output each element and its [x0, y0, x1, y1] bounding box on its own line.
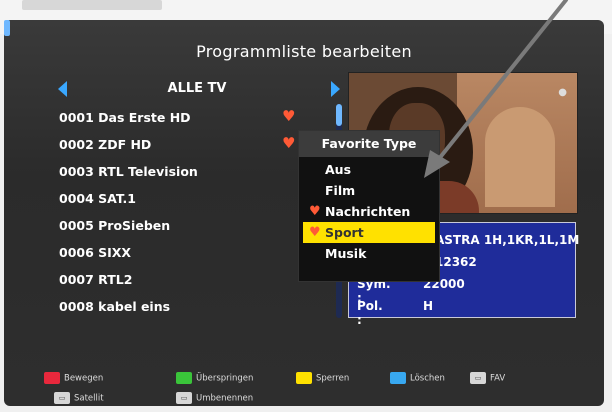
channel-row[interactable]: 0008 kabel eins — [54, 293, 332, 320]
channel-row[interactable]: 0002 ZDF HD ♥ — [54, 131, 332, 158]
channel-label: 0006 SIXX — [59, 245, 132, 260]
menu-item-nachrichten[interactable]: ♥ Nachrichten — [299, 201, 439, 222]
menu-item-aus[interactable]: Aus — [299, 159, 439, 180]
polarization-value: H — [423, 299, 434, 313]
menu-item-label: Sport — [325, 225, 364, 240]
yellow-key-icon — [296, 372, 312, 384]
heart-icon: ♥ — [282, 134, 296, 152]
heart-icon: ♥ — [309, 204, 321, 219]
preview-arch — [485, 107, 555, 207]
tv-frame: Programmliste bearbeiten ALLE TV 0001 Da… — [4, 20, 604, 406]
channel-row[interactable]: 0005 ProSieben — [54, 212, 332, 239]
channel-label: 0002 ZDF HD — [59, 137, 152, 152]
legend-satellite-label: Satellit — [74, 393, 104, 404]
screen: Programmliste bearbeiten ALLE TV 0001 Da… — [0, 0, 612, 412]
legend-delete: Löschen — [390, 372, 445, 386]
menu-item-label: Nachrichten — [325, 204, 411, 219]
channel-label: 0004 SAT.1 — [59, 191, 136, 206]
menu-item-musik[interactable]: Musik — [299, 243, 439, 264]
channel-label: 0005 ProSieben — [59, 218, 171, 233]
rename-key-icon: ▭ — [176, 392, 192, 404]
legend-lock-label: Sperren — [316, 373, 350, 384]
menu-item-film[interactable]: Film — [299, 180, 439, 201]
channel-row[interactable]: 0004 SAT.1 — [54, 185, 332, 212]
channel-row[interactable]: 0001 Das Erste HD ♥ — [54, 104, 332, 131]
fav-key-icon: ▭ — [470, 372, 486, 384]
channel-row[interactable]: 0007 RTL2 — [54, 266, 332, 293]
menu-item-sport[interactable]: ♥ Sport — [303, 222, 435, 243]
channel-list: 0001 Das Erste HD ♥ 0002 ZDF HD ♥ 0003 RTL… — [54, 104, 332, 320]
legend-move: Bewegen — [44, 372, 103, 386]
menu-item-label: Musik — [325, 246, 367, 261]
legend-fav: ▭ FAV — [470, 372, 505, 386]
scrollbar-thumb[interactable] — [336, 104, 342, 126]
menu-title: Favorite Type — [299, 131, 439, 157]
frequency-value: 12362 — [435, 255, 477, 269]
menu-item-label: Film — [325, 183, 356, 198]
blue-key-icon — [390, 372, 406, 384]
legend-skip: Überspringen — [176, 372, 253, 386]
menu-item-label: Aus — [325, 162, 352, 177]
legend-move-label: Bewegen — [64, 373, 104, 384]
satellite-value: ASTRA 1H,1KR,1L,1M — [435, 233, 580, 247]
row-marker — [4, 20, 10, 36]
satellite-key-icon: ▭ — [54, 392, 70, 404]
triangle-right-icon[interactable] — [331, 81, 340, 97]
legend-lock: Sperren — [296, 372, 349, 386]
red-key-icon — [44, 372, 60, 384]
legend-rename-label: Umbenennen — [196, 393, 254, 404]
legend-delete-label: Löschen — [410, 373, 445, 384]
text-smudge — [22, 0, 162, 10]
channel-label: 0007 RTL2 — [59, 272, 133, 287]
heart-icon: ♥ — [309, 225, 321, 240]
list-header-label: ALLE TV — [167, 81, 227, 96]
green-key-icon — [176, 372, 192, 384]
heart-icon: ♥ — [282, 107, 296, 125]
channel-label: 0001 Das Erste HD — [59, 110, 191, 125]
channel-label: 0008 kabel eins — [59, 299, 171, 314]
channel-logo-icon: ● — [558, 87, 567, 98]
favorite-type-menu: Favorite Type Aus Film ♥ Nachrichten ♥ Spo… — [298, 130, 440, 282]
channel-label: 0003 RTL Television — [59, 164, 198, 179]
polarization-label: Pol. : — [357, 299, 383, 327]
page-title: Programmliste bearbeiten — [196, 42, 412, 61]
list-header: ALLE TV — [52, 78, 342, 102]
legend-rename: ▭ Umbenennen — [176, 392, 253, 406]
legend-satellite: ▭ Satellit — [54, 392, 104, 406]
channel-row[interactable]: 0003 RTL Television — [54, 158, 332, 185]
channel-row[interactable]: 0006 SIXX — [54, 239, 332, 266]
key-legend: Bewegen Überspringen Sperren Löschen ▭ FA… — [44, 366, 584, 412]
legend-fav-label: FAV — [490, 373, 506, 384]
legend-skip-label: Überspringen — [196, 373, 254, 384]
